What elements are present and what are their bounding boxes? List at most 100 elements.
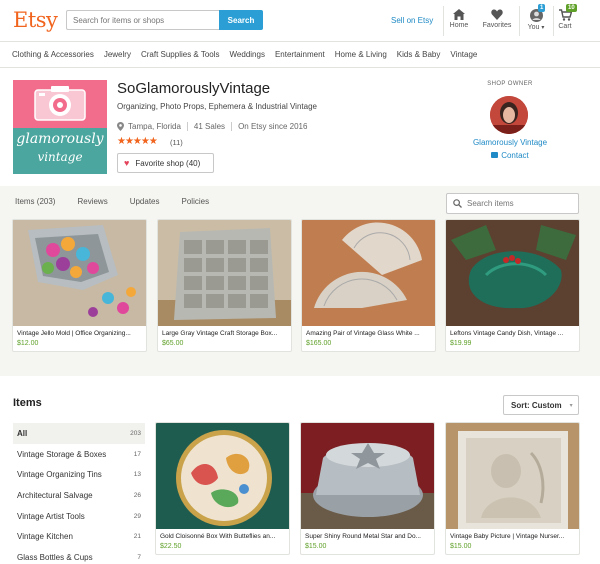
- owner-avatar[interactable]: [490, 96, 528, 134]
- category-link[interactable]: Vintage: [450, 50, 477, 59]
- etsy-logo[interactable]: Etsy: [13, 8, 58, 32]
- listing-price: $65.00: [162, 340, 184, 347]
- category-link[interactable]: Weddings: [230, 50, 265, 59]
- favorites-label: Favorites: [482, 22, 512, 29]
- chevron-down-icon: ▾: [569, 402, 573, 409]
- rating-stars[interactable]: ★★★★★: [117, 136, 158, 147]
- featured-listing-card[interactable]: Large Gray Vintage Craft Storage Box... …: [157, 219, 292, 352]
- shop-location: Tampa, Florida: [128, 122, 181, 131]
- section-list: All 203 Vintage Storage & Boxes 17 Vintage…: [13, 423, 145, 564]
- listing-title: Gold Cloisonné Box With Butteflies an...: [160, 533, 276, 540]
- shop-owner-title: SHOP OWNER: [487, 81, 533, 87]
- banner-pink-panel: [13, 80, 107, 128]
- shop-sales[interactable]: 41 Sales: [194, 122, 225, 131]
- listing-title: Vintage Jello Mold | Office Organizing..…: [17, 330, 131, 337]
- listing-image: [158, 220, 291, 326]
- section-item[interactable]: Vintage Storage & Boxes 17: [13, 444, 145, 465]
- featured-listing-card[interactable]: Vintage Jello Mold | Office Organizing..…: [12, 219, 147, 352]
- sort-dropdown[interactable]: Sort: Custom ▾: [503, 395, 579, 415]
- category-link[interactable]: Home & Living: [335, 50, 387, 59]
- listing-card[interactable]: Gold Cloisonné Box With Butteflies an...…: [155, 422, 290, 555]
- favorites-button[interactable]: Favorites: [479, 6, 515, 29]
- top-header: Etsy Search Sell on Etsy Home Favorites …: [0, 0, 600, 42]
- tab-reviews[interactable]: Reviews: [77, 197, 107, 206]
- favorite-shop-button[interactable]: ♥ Favorite shop (40): [117, 153, 214, 173]
- listing-price: $165.00: [306, 340, 332, 347]
- section-label: All: [17, 428, 28, 438]
- tab-items[interactable]: Items (203): [15, 197, 55, 206]
- listing-card[interactable]: Vintage Baby Picture | Vintage Nurser...…: [445, 422, 580, 555]
- global-search: Search: [66, 10, 263, 30]
- section-count: 21: [133, 533, 141, 541]
- category-link[interactable]: Craft Supplies & Tools: [141, 50, 220, 59]
- featured-listing-card[interactable]: Amazing Pair of Vintage Glass White ... …: [301, 219, 436, 352]
- tab-policies[interactable]: Policies: [182, 197, 210, 206]
- shop-search-input[interactable]: [467, 199, 567, 208]
- cart-button[interactable]: Cart 10: [547, 4, 583, 30]
- listing-image: [301, 423, 434, 529]
- home-button[interactable]: Home: [441, 6, 477, 29]
- chevron-down-icon: ▾: [541, 25, 545, 31]
- meta-divider: [231, 122, 233, 131]
- heart-icon: [491, 9, 503, 20]
- home-label: Home: [449, 22, 469, 29]
- section-item[interactable]: Glass Bottles & Cups 7: [13, 547, 145, 564]
- listing-price: $22.50: [160, 543, 182, 550]
- you-label: You: [527, 24, 540, 31]
- banner-script-bottom: vintage: [37, 150, 83, 164]
- section-label: Vintage Artist Tools: [17, 511, 85, 521]
- section-label: Glass Bottles & Cups: [17, 552, 93, 562]
- section-item[interactable]: Architectural Salvage 26: [13, 485, 145, 506]
- category-link[interactable]: Jewelry: [104, 50, 131, 59]
- category-link[interactable]: Entertainment: [275, 50, 325, 59]
- section-count: 26: [133, 491, 141, 499]
- contact-link[interactable]: Contact: [462, 151, 558, 160]
- review-count[interactable]: (11): [170, 138, 183, 147]
- favorite-shop-label: Favorite shop (40): [135, 158, 201, 168]
- listing-price: $19.99: [450, 340, 472, 347]
- listing-image: [156, 423, 289, 529]
- sell-on-etsy-link[interactable]: Sell on Etsy: [391, 16, 433, 25]
- banner-script-top: glamorously: [16, 131, 104, 147]
- listing-price: $15.00: [450, 543, 472, 550]
- shop-icon: glamorously vintage: [13, 80, 107, 174]
- category-link[interactable]: Clothing & Accessories: [12, 50, 94, 59]
- search-icon: [453, 199, 462, 208]
- shop-tabs: Items (203) Reviews Updates Policies: [15, 197, 231, 206]
- featured-listing-card[interactable]: Leftons Vintage Candy Dish, Vintage ... …: [445, 219, 580, 352]
- section-count: 203: [130, 429, 141, 437]
- section-item-all[interactable]: All 203: [13, 423, 145, 444]
- notification-badge: 1: [538, 4, 546, 12]
- section-count: 13: [133, 471, 141, 479]
- shop-meta: Tampa, Florida 41 Sales On Etsy since 20…: [117, 122, 307, 131]
- listing-image: [446, 423, 579, 529]
- listing-card[interactable]: Super Shiny Round Metal Star and Do... $…: [300, 422, 435, 555]
- camera-icon: [34, 86, 86, 121]
- banner-teal-panel: glamorously vintage: [13, 128, 107, 174]
- listing-price: $15.00: [305, 543, 327, 550]
- listing-title: Amazing Pair of Vintage Glass White ...: [306, 330, 420, 337]
- location-pin-icon: [117, 122, 124, 131]
- home-icon: [453, 9, 465, 20]
- contact-label: Contact: [501, 151, 529, 160]
- cart-count-badge: 10: [566, 4, 577, 12]
- tab-updates[interactable]: Updates: [130, 197, 160, 206]
- section-count: 17: [133, 450, 141, 458]
- heart-icon: ♥: [124, 158, 130, 168]
- search-input[interactable]: [66, 10, 219, 30]
- section-item[interactable]: Vintage Organizing Tins 13: [13, 464, 145, 485]
- section-label: Vintage Kitchen: [17, 532, 73, 542]
- listing-image: [446, 220, 579, 326]
- owner-name-link[interactable]: Glamorously Vintage: [462, 138, 558, 147]
- category-link[interactable]: Kids & Baby: [397, 50, 441, 59]
- section-count: 29: [133, 512, 141, 520]
- message-icon: [491, 152, 499, 158]
- section-item[interactable]: Vintage Artist Tools 29: [13, 506, 145, 527]
- items-heading: Items: [13, 397, 42, 409]
- cart-label: Cart: [558, 23, 572, 30]
- section-item[interactable]: Vintage Kitchen 21: [13, 526, 145, 547]
- search-button[interactable]: Search: [219, 10, 263, 30]
- listing-title: Super Shiny Round Metal Star and Do...: [305, 533, 421, 540]
- section-count: 7: [137, 553, 141, 561]
- listing-title: Large Gray Vintage Craft Storage Box...: [162, 330, 278, 337]
